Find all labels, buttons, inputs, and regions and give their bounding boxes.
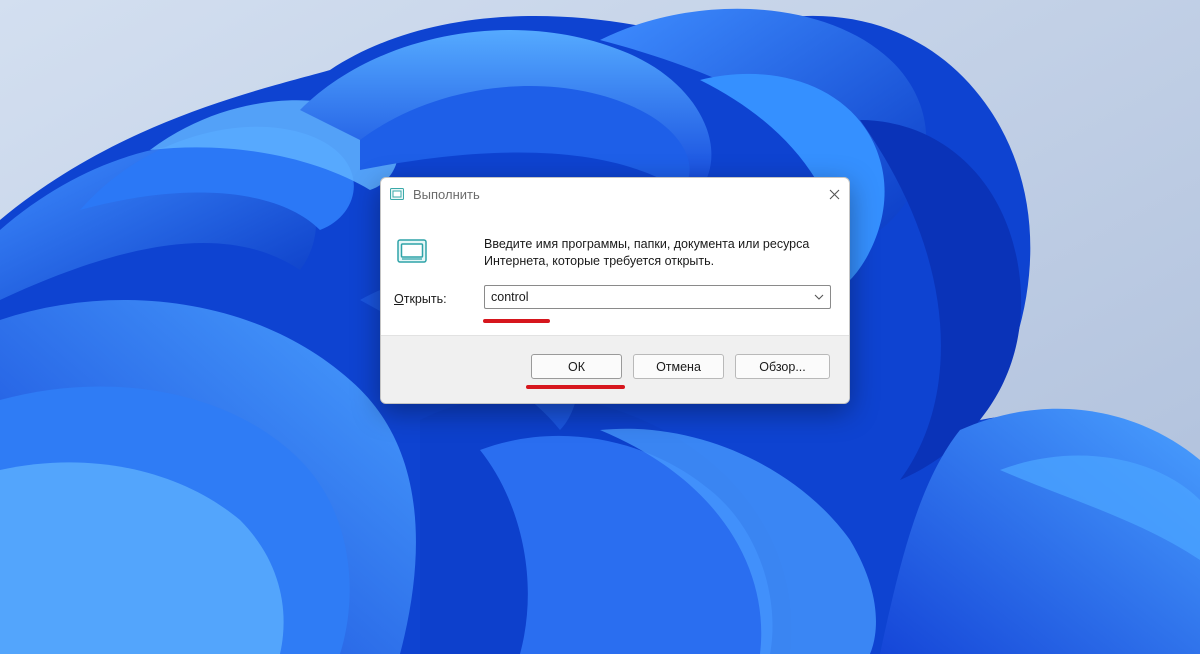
close-icon <box>829 189 839 199</box>
run-icon <box>390 188 404 200</box>
chevron-down-icon <box>814 294 824 300</box>
open-label-accelerator: О <box>394 292 404 306</box>
input-highlight-underline <box>483 319 550 323</box>
ok-button[interactable]: ОК <box>531 354 622 379</box>
window-title: Выполнить <box>413 187 480 202</box>
open-combobox[interactable] <box>484 285 831 309</box>
cancel-button[interactable]: Отмена <box>633 354 724 379</box>
description-line-2: Интернета, которые требуется открыть. <box>484 254 715 268</box>
description-line-1: Введите имя программы, папки, документа … <box>484 237 810 251</box>
run-dialog: Выполнить Введите имя программы, папки, … <box>380 177 850 404</box>
run-program-icon <box>397 239 427 263</box>
browse-button[interactable]: Обзор... <box>735 354 830 379</box>
title-bar[interactable]: Выполнить <box>381 178 849 212</box>
close-button[interactable] <box>819 178 849 210</box>
open-input[interactable] <box>485 286 811 308</box>
open-dropdown-button[interactable] <box>810 286 828 308</box>
open-label: Открыть: <box>394 292 447 306</box>
ok-highlight-underline <box>526 385 625 389</box>
run-description: Введите имя программы, папки, документа … <box>484 236 834 270</box>
open-label-text: ткрыть: <box>403 292 447 306</box>
